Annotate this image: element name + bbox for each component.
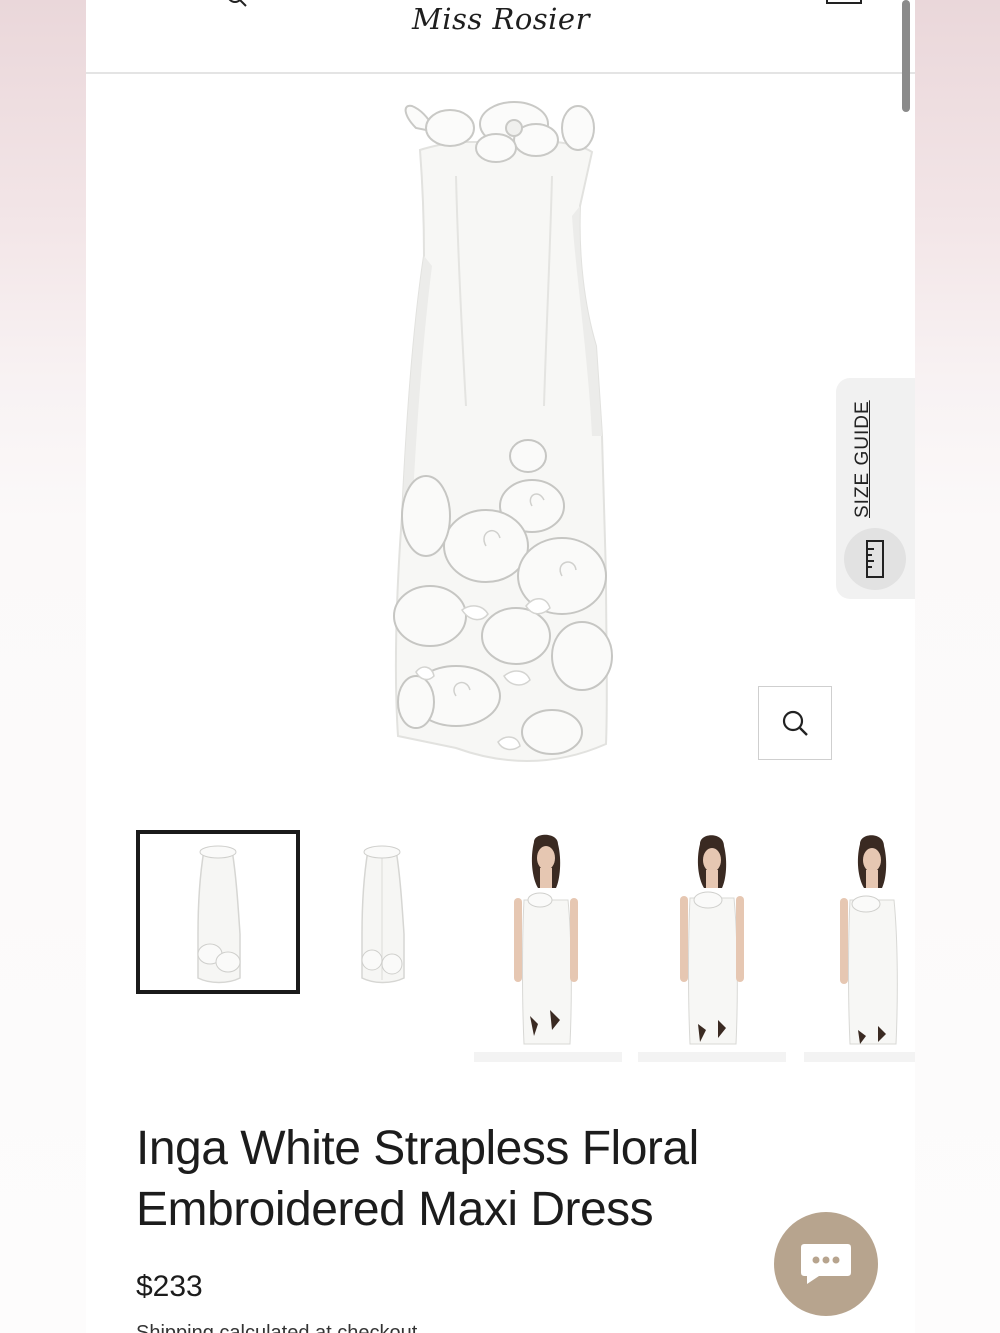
main-product-image[interactable] [86, 76, 915, 796]
size-guide-tab[interactable]: SIZE GUIDE [836, 378, 915, 599]
thumbnail-model-2[interactable] [638, 830, 786, 1062]
cart-icon[interactable] [826, 0, 862, 4]
product-title: Inga White Strapless Floral Embroidered … [136, 1118, 776, 1240]
site-logo[interactable]: Miss Rosier [336, 2, 666, 36]
product-title-line-2: Embroidered Maxi Dress [136, 1183, 654, 1236]
zoom-icon [782, 710, 808, 736]
zoom-button[interactable] [758, 686, 832, 760]
ruler-icon [866, 540, 884, 578]
thumbnail-strip [86, 830, 915, 1062]
thumbnail-back[interactable] [312, 830, 452, 994]
chat-button[interactable] [774, 1212, 878, 1316]
site-header: Miss Rosier [86, 0, 915, 74]
search-icon[interactable] [226, 0, 248, 8]
product-title-line-1: Inga White Strapless Floral [136, 1122, 699, 1175]
thumbnail-front[interactable] [136, 830, 300, 994]
product-price: $233 [136, 1270, 203, 1303]
size-guide-label: SIZE GUIDE [852, 400, 873, 518]
thumbnail-model-1[interactable] [474, 830, 622, 1062]
chat-icon [801, 1244, 851, 1284]
product-page: Miss Rosier SIZE GUIDE Inga White Strapl… [86, 0, 915, 1333]
thumbnail-model-3[interactable] [804, 830, 915, 1062]
hamburger-menu-icon[interactable] [134, 0, 174, 4]
ruler-icon-wrapper [844, 528, 906, 590]
shipping-note[interactable]: Shipping calculated at checkout. [136, 1322, 423, 1333]
